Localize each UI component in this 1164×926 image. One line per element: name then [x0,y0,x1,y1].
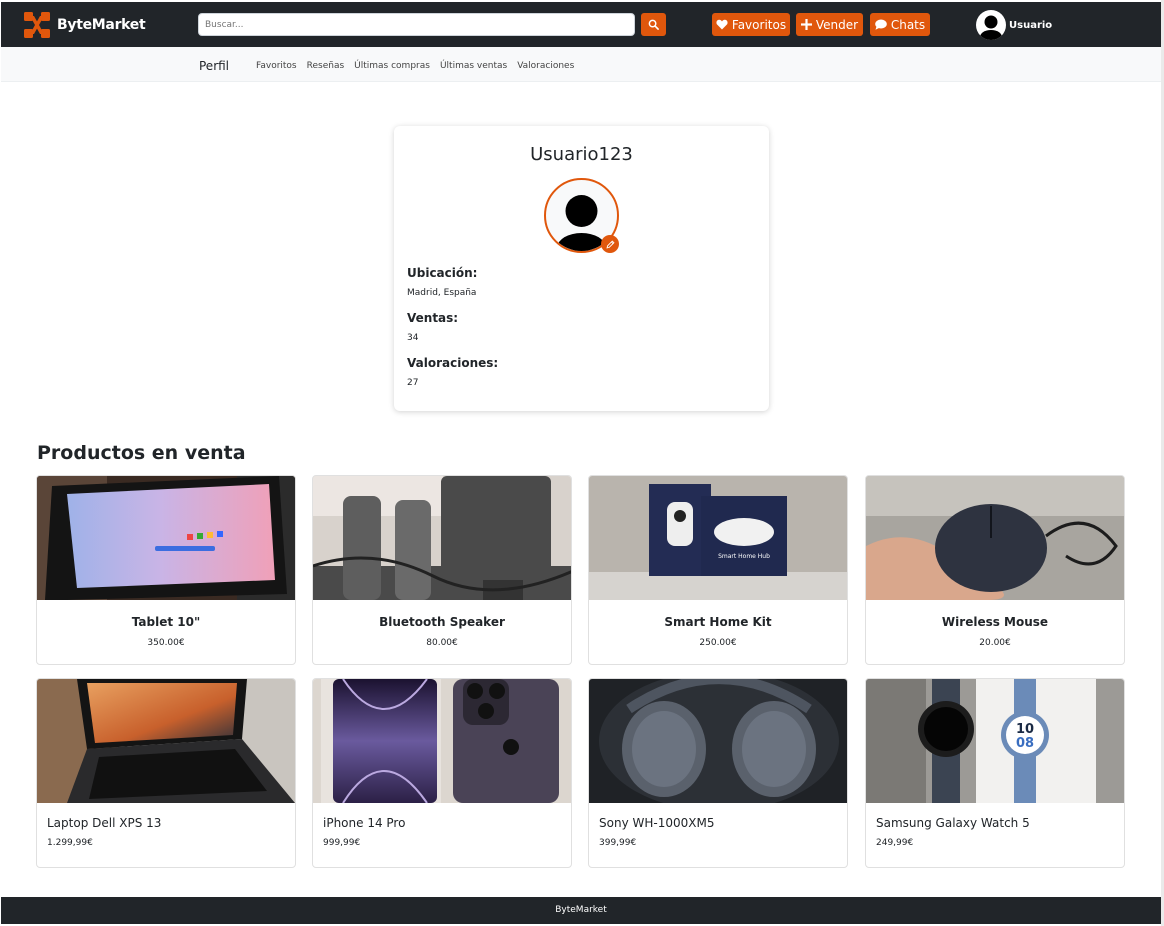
sell-button[interactable]: Vender [796,13,863,36]
search-icon [648,19,659,30]
product-card-tablet[interactable]: Tablet 10" 350.00€ [36,475,296,665]
product-price: 20.00€ [979,638,1011,648]
product-card-laptop-dell[interactable]: Laptop Dell XPS 13 1.299,99€ [36,678,296,868]
smart-hub-box-text: Smart Home Hub [718,553,770,560]
favorites-button[interactable]: Favoritos [712,13,790,36]
sales-label: Ventas: [407,311,459,325]
brand-name: ByteMarket [57,17,146,33]
sell-label: Vender [815,17,859,32]
iphone-photo [313,679,571,803]
product-image-watch: 10 08 [866,679,1124,803]
product-image-speaker [313,476,571,600]
footer-text: ByteMarket [555,905,607,915]
mouse-photo [866,476,1124,600]
brand[interactable]: ByteMarket [24,12,146,38]
product-name: Bluetooth Speaker [379,615,505,629]
product-image-smart-home: Smart Home Hub [589,476,847,600]
sales-value: 34 [407,333,419,343]
product-name: Wireless Mouse [941,615,1049,629]
smart-home-photo: Smart Home Hub [589,476,847,600]
pencil-icon [605,239,615,249]
watch-photo: 10 08 [866,679,1124,803]
chat-bubble-icon [875,19,887,30]
edit-avatar-button[interactable] [601,235,619,253]
headphones-photo [589,679,847,803]
subnav-title: Perfil [199,59,230,73]
watch-face-minute: 08 [1016,736,1034,751]
subnav-link-ultimas-ventas[interactable]: Últimas ventas [440,61,507,71]
ratings-value: 27 [407,378,419,388]
footer: ByteMarket [1,897,1161,924]
laptop-photo [37,679,295,803]
product-price: 1.299,99€ [47,838,93,848]
product-name: iPhone 14 Pro [323,816,406,830]
product-price: 999,99€ [323,838,361,848]
heart-icon [716,19,728,30]
profile-card: Usuario123 Ubicación: Madrid, España Ven… [394,126,769,411]
plus-icon [800,19,812,30]
location-value: Madrid, España [407,288,477,298]
product-card-sony-headphones[interactable]: Sony WH-1000XM5 399,99€ [588,678,848,868]
subnav-link-favoritos[interactable]: Favoritos [256,61,297,71]
product-price: 399,99€ [599,838,637,848]
avatar [976,10,1006,40]
product-card-wireless-mouse[interactable]: Wireless Mouse 20.00€ [865,475,1125,665]
product-name: Sony WH-1000XM5 [599,816,715,830]
product-price: 80.00€ [426,638,458,648]
user-silhouette-icon [980,15,1002,40]
favorites-label: Favoritos [731,17,787,32]
subnav-link-resenas[interactable]: Reseñas [307,61,345,71]
bytemarket-logo-icon [24,12,50,38]
product-name: Samsung Galaxy Watch 5 [876,816,1030,830]
profile-subnav: Perfil Favoritos Reseñas Últimas compras… [1,47,1161,82]
product-card-smart-home-kit[interactable]: Smart Home Hub Smart Home Kit 250.00€ [588,475,848,665]
speaker-photo [313,476,571,600]
subnav-link-ultimas-compras[interactable]: Últimas compras [354,61,430,71]
app-frame: ByteMarket Favoritos Vender [1,2,1161,924]
search-button[interactable] [641,13,666,36]
product-image-tablet [37,476,295,600]
product-price: 250.00€ [699,638,737,648]
product-name: Laptop Dell XPS 13 [47,816,162,830]
chats-label: Chats [890,17,926,32]
product-card-galaxy-watch[interactable]: 10 08 Samsung Galaxy Watch 5 249,99€ [865,678,1125,868]
subnav-links: Favoritos Reseñas Últimas compras Última… [256,61,574,71]
ratings-label: Valoraciones: [407,356,499,370]
watch-face-hour: 10 [1016,722,1034,737]
product-price: 350.00€ [147,638,185,648]
product-image-headphones [589,679,847,803]
subnav-link-valoraciones[interactable]: Valoraciones [517,61,574,71]
product-image-mouse [866,476,1124,600]
user-menu[interactable]: Usuario [976,10,1052,40]
top-navbar: ByteMarket Favoritos Vender [1,2,1161,47]
product-name: Tablet 10" [131,615,201,629]
product-name: Smart Home Kit [664,615,772,629]
product-image-iphone [313,679,571,803]
user-name: Usuario [1009,19,1053,31]
search-input[interactable] [198,13,635,36]
product-card-iphone-14-pro[interactable]: iPhone 14 Pro 999,99€ [312,678,572,868]
profile-username: Usuario123 [530,144,633,165]
product-card-bluetooth-speaker[interactable]: Bluetooth Speaker 80.00€ [312,475,572,665]
product-price: 249,99€ [876,838,914,848]
location-label: Ubicación: [407,266,478,280]
tablet-photo [37,476,295,600]
product-image-laptop [37,679,295,803]
chats-button[interactable]: Chats [870,13,930,36]
products-section-title: Productos en venta [37,442,246,464]
